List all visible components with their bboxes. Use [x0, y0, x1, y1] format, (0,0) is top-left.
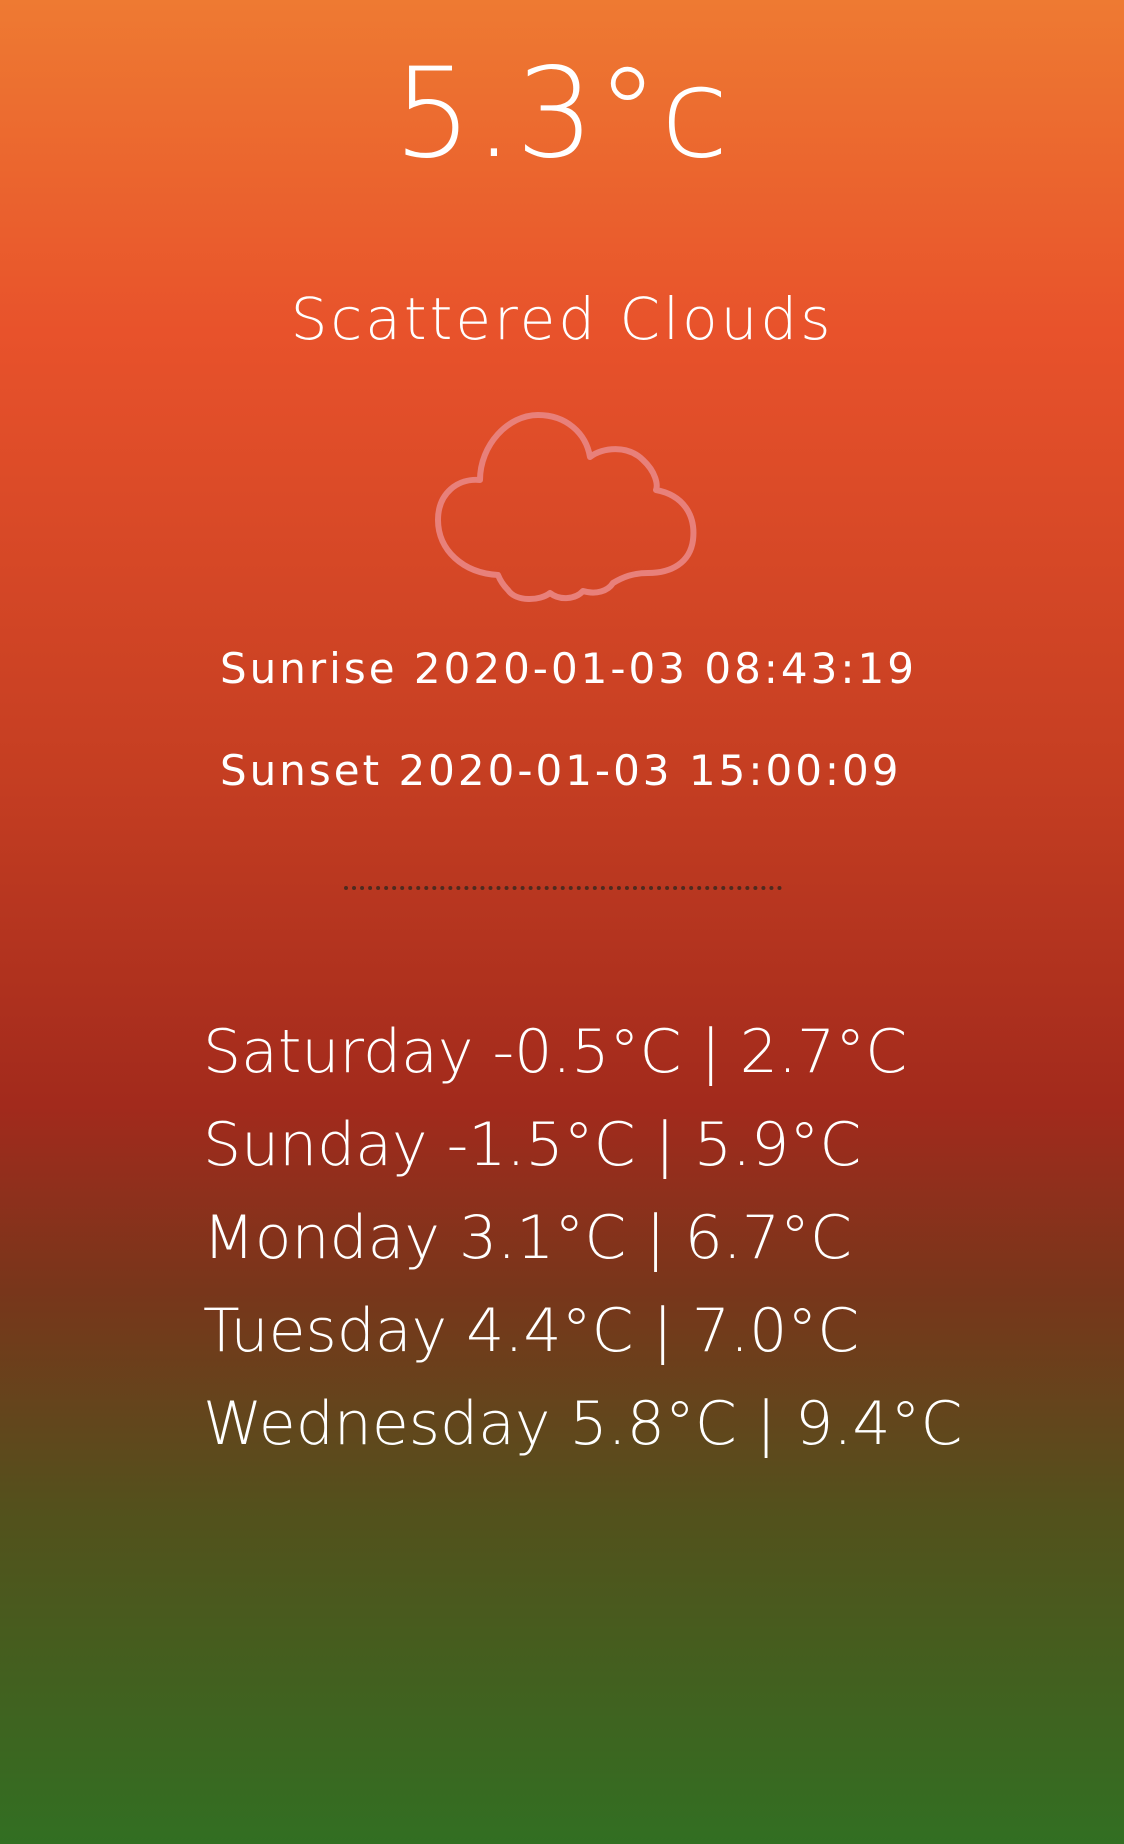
current-temperature: 5.3°c [393, 42, 731, 186]
sunset-time: Sunset 2020-01-03 15:00:09 [220, 746, 902, 795]
divider [344, 886, 782, 890]
sunrise-time: Sunrise 2020-01-03 08:43:19 [220, 644, 917, 693]
forecast-item-wednesday: Wednesday 5.8°C | 9.4°C [203, 1389, 963, 1459]
forecast-item-tuesday: Tuesday 4.4°C | 7.0°C [203, 1296, 860, 1366]
weather-condition: Scattered Clouds [290, 285, 834, 353]
forecast-item-saturday: Saturday -0.5°C | 2.7°C [203, 1017, 908, 1087]
forecast-item-sunday: Sunday -1.5°C | 5.9°C [203, 1110, 862, 1180]
forecast-list: Saturday -0.5°C | 2.7°C Sunday -1.5°C | … [203, 1015, 962, 1480]
forecast-item-monday: Monday 3.1°C | 6.7°C [203, 1203, 852, 1273]
cloud-icon [428, 405, 704, 605]
